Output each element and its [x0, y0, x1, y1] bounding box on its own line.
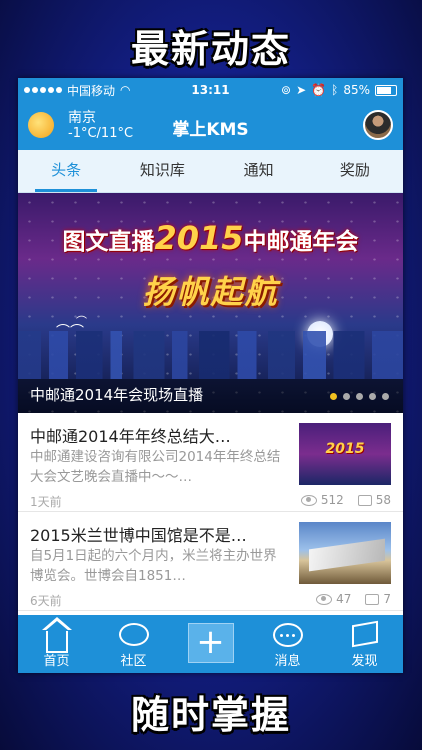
status-bar: 中国移动 ◠ 13:11 ⊚ ➤ ⏰ ᛒ 85% — [18, 78, 403, 102]
message-icon — [272, 623, 303, 647]
seagull-icon: ⌒ — [76, 315, 87, 328]
city-skyline — [18, 331, 403, 379]
nav-discover[interactable]: 发现 — [326, 615, 403, 673]
banner-headline: 图文直播2015中邮通年会 — [62, 219, 359, 257]
news-title: 中邮通2014年年终总结大… — [30, 427, 231, 446]
chat-bubble-icon — [118, 623, 149, 646]
view-count: 512 — [320, 493, 344, 507]
news-item[interactable]: 中邮通2014年年终总结大… 中邮通建设咨询有限公司2014年年终总结大会文艺晚… — [18, 413, 403, 512]
featured-banner[interactable]: 图文直播2015中邮通年会 扬帆起航 ⌒⌒ ⌒ 中邮通2014年会现场直播 — [18, 193, 403, 413]
avatar[interactable] — [363, 110, 393, 140]
flag-icon — [351, 620, 378, 648]
tab-notifications[interactable]: 通知 — [211, 150, 307, 192]
phone-screen: 中国移动 ◠ 13:11 ⊚ ➤ ⏰ ᛒ 85% 南京 -1°C/11°C 掌上… — [18, 78, 403, 673]
eye-icon — [316, 593, 333, 605]
comment-count: 58 — [375, 493, 391, 507]
comment-icon — [357, 494, 372, 506]
status-time: 13:11 — [191, 83, 230, 97]
news-item[interactable]: 2015米兰世博中国馆是不是… 自5月1日起的六个月内，米兰将主办世界博览会。世… — [18, 512, 403, 611]
tab-knowledge-base[interactable]: 知识库 — [114, 150, 210, 192]
promo-headline-top: 最新动态 — [130, 27, 291, 71]
view-count: 47 — [336, 592, 352, 606]
carousel-dot[interactable] — [330, 393, 337, 400]
carousel-dot[interactable] — [369, 393, 376, 400]
banner-slogan: 扬帆起航 — [142, 273, 279, 311]
comment-count: 7 — [383, 592, 391, 606]
app-header: 南京 -1°C/11°C 掌上KMS — [18, 102, 403, 150]
news-summary: 中邮通建设咨询有限公司2014年年终总结大会文艺晚会直播中～～… — [30, 449, 281, 485]
nav-community[interactable]: 社区 — [95, 615, 172, 673]
tab-headlines[interactable]: 头条 — [18, 150, 114, 192]
carousel-dots[interactable] — [330, 393, 389, 400]
battery-icon — [375, 84, 397, 96]
banner-caption: 中邮通2014年会现场直播 — [30, 386, 204, 404]
carousel-dot[interactable] — [343, 393, 350, 400]
carousel-dot[interactable] — [382, 393, 389, 400]
plus-icon[interactable]: + — [187, 623, 234, 663]
news-thumbnail — [299, 522, 391, 584]
nav-home[interactable]: 首页 — [18, 615, 95, 673]
carousel-dot[interactable] — [356, 393, 363, 400]
nav-messages[interactable]: 消息 — [249, 615, 326, 673]
news-summary: 自5月1日起的六个月内，米兰将主办世界博览会。世博会自1851… — [30, 548, 277, 584]
eye-icon — [300, 494, 317, 506]
nav-compose[interactable]: + — [172, 615, 249, 673]
news-time: 1天前 — [30, 495, 62, 509]
news-title: 2015米兰世博中国馆是不是… — [30, 526, 247, 545]
promo-headline-bottom: 随时掌握 — [130, 693, 291, 737]
tab-rewards[interactable]: 奖励 — [307, 150, 403, 192]
comment-icon — [365, 593, 380, 605]
bottom-navigation: 首页 社区 + 消息 发现 — [18, 615, 403, 673]
tab-bar: 头条 知识库 通知 奖励 — [18, 150, 403, 193]
news-time: 6天前 — [30, 594, 62, 608]
app-title: 掌上KMS — [172, 120, 249, 140]
news-thumbnail: 2015 — [299, 423, 391, 485]
